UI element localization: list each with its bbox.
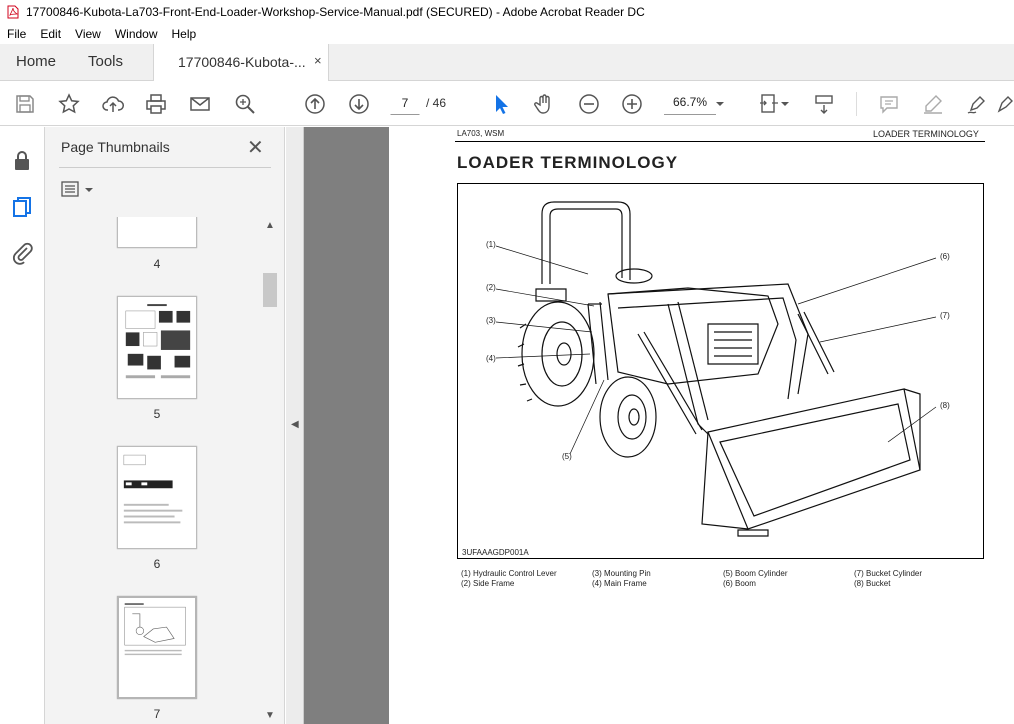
toolbar: 7 / 46 66.7%: [0, 82, 1014, 126]
legend-item: (4) Main Frame: [592, 579, 647, 588]
thumbnails-panel: Page Thumbnails ✕ 4 5 6 7 ▲ ▼: [45, 127, 285, 724]
scroll-down-chevron-icon[interactable]: ▼: [265, 710, 275, 721]
callout-8: (8): [940, 401, 950, 410]
tab-document-label: 17700846-Kubota-...: [178, 54, 306, 70]
tab-document[interactable]: 17700846-Kubota-... ×: [153, 44, 329, 81]
collapse-chevron-icon[interactable]: ◀: [291, 419, 299, 430]
thumbnail-page-number: 7: [153, 707, 161, 721]
panel-title: Page Thumbnails: [61, 139, 170, 155]
menu-view[interactable]: View: [68, 27, 108, 41]
thumbnail-page-number: 5: [153, 407, 161, 421]
print-icon[interactable]: [143, 91, 169, 117]
title-bar: 17700846-Kubota-La703-Front-End-Loader-W…: [0, 0, 1014, 24]
thumbnail-page-5[interactable]: [117, 296, 197, 399]
pdf-page: LA703, WSM LOADER TERMINOLOGY LOADER TER…: [389, 127, 1014, 724]
document-viewport[interactable]: LA703, WSM LOADER TERMINOLOGY LOADER TER…: [286, 127, 1014, 724]
legend-item: (2) Side Frame: [461, 579, 515, 588]
tab-home[interactable]: Home: [16, 53, 56, 70]
thumbnail-list: 4 5 6 7: [45, 217, 263, 724]
scrollbar-thumb[interactable]: [263, 273, 277, 307]
hand-tool-icon[interactable]: [531, 91, 557, 117]
menu-bar: File Edit View Window Help: [0, 24, 1014, 44]
header-rule: [455, 141, 985, 142]
highlight-pen-icon[interactable]: [920, 91, 946, 117]
tab-bar: Home Tools 17700846-Kubota-... ×: [0, 44, 1014, 81]
page-total: / 46: [426, 96, 447, 110]
menu-help[interactable]: Help: [165, 27, 204, 41]
menu-window[interactable]: Window: [108, 27, 165, 41]
attachment-paperclip-icon[interactable]: [10, 241, 34, 265]
zoom-level-field[interactable]: 66.7%: [664, 91, 716, 115]
callout-2: (2): [486, 283, 496, 292]
running-header-right: LOADER TERMINOLOGY: [873, 129, 979, 139]
legend-item: (8) Bucket: [854, 579, 891, 588]
thumbnail-page-number: 4: [153, 257, 161, 271]
panel-collapse-handle[interactable]: ◀: [286, 127, 304, 724]
comment-icon[interactable]: [876, 91, 902, 117]
thumbnail-options-icon[interactable]: [61, 180, 97, 198]
callout-7: (7): [940, 311, 950, 320]
zoom-dropdown-chevron-icon[interactable]: [712, 91, 728, 117]
window-title: 17700846-Kubota-La703-Front-End-Loader-W…: [26, 5, 645, 19]
running-header-left: LA703, WSM: [457, 129, 505, 138]
thumbnail-scrollbar[interactable]: ▲ ▼: [263, 217, 277, 724]
zoom-out-icon[interactable]: [576, 91, 602, 117]
menu-file[interactable]: File: [0, 27, 33, 41]
bookmark-star-icon[interactable]: [56, 91, 82, 117]
callout-6: (6): [940, 252, 950, 261]
zoom-in-icon[interactable]: [619, 91, 645, 117]
page-heading: LOADER TERMINOLOGY: [457, 153, 679, 172]
tab-tools[interactable]: Tools: [88, 53, 123, 70]
acrobat-app-icon: [7, 5, 19, 19]
upload-cloud-icon[interactable]: [100, 91, 126, 117]
callout-1: (1): [486, 240, 496, 249]
callout-3: (3): [486, 316, 496, 325]
callout-5: (5): [562, 452, 572, 461]
left-rail: [0, 127, 45, 724]
more-tools-icon[interactable]: [996, 91, 1014, 117]
loader-figure: (1) (2) (3) (4) (5) (6) (7) (8) 3UFAAAGD…: [457, 183, 984, 559]
thumbnail-page-7[interactable]: [117, 596, 197, 699]
search-icon[interactable]: [232, 91, 258, 117]
tab-close-icon[interactable]: ×: [314, 53, 322, 68]
legend-item: (3) Mounting Pin: [592, 569, 651, 578]
lock-icon[interactable]: [10, 149, 34, 173]
panel-close-icon[interactable]: ✕: [247, 135, 264, 160]
menu-edit[interactable]: Edit: [33, 27, 68, 41]
thumbnail-page-4[interactable]: [117, 217, 197, 248]
legend-item: (5) Boom Cylinder: [723, 569, 788, 578]
scroll-mode-icon[interactable]: [811, 91, 837, 117]
scroll-up-chevron-icon[interactable]: ▲: [265, 220, 275, 231]
save-icon[interactable]: [12, 91, 38, 117]
toolbar-separator: [856, 92, 857, 116]
tractor-loader-illustration: [495, 201, 937, 537]
panel-divider: [59, 167, 271, 168]
thumbnail-page-number: 6: [153, 557, 161, 571]
legend-item: (6) Boom: [723, 579, 756, 588]
previous-page-icon[interactable]: [302, 91, 328, 117]
select-cursor-icon[interactable]: [488, 91, 514, 117]
next-page-icon[interactable]: [346, 91, 372, 117]
page-thumbnails-icon[interactable]: [10, 195, 34, 219]
page-fit-chevron-icon[interactable]: [778, 91, 792, 117]
figure-code: 3UFAAAGDP001A: [462, 548, 529, 557]
email-icon[interactable]: [187, 91, 213, 117]
legend-item: (7) Bucket Cylinder: [854, 569, 923, 578]
legend-item: (1) Hydraulic Control Lever: [461, 569, 557, 578]
sign-pen-icon[interactable]: [964, 91, 990, 117]
page-number-input[interactable]: 7: [390, 91, 420, 115]
thumbnail-page-6[interactable]: [117, 446, 197, 549]
callout-4: (4): [486, 354, 496, 363]
